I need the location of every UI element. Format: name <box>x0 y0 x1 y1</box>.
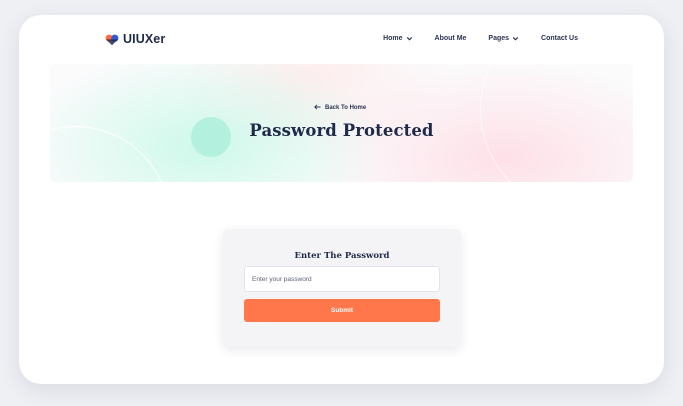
nav-item-label: Home <box>383 35 403 42</box>
page-frame: UIUXer Home About Me Pages Contact Us Ba… <box>19 15 664 384</box>
arrow-left-icon <box>314 104 321 112</box>
back-to-home-link[interactable]: Back To Home <box>314 104 366 112</box>
back-link-label: Back To Home <box>325 105 367 111</box>
nav-item-about-me[interactable]: About Me <box>435 35 467 42</box>
nav-item-contact-us[interactable]: Contact Us <box>541 35 578 42</box>
chevron-down-icon <box>406 35 413 42</box>
nav-item-pages[interactable]: Pages <box>488 35 519 42</box>
nav-item-label: Pages <box>488 35 510 42</box>
submit-button[interactable]: Submit <box>244 299 440 322</box>
main-nav: Home About Me Pages Contact Us <box>383 35 578 42</box>
hero-banner: Back To Home Password Protected <box>50 64 633 182</box>
logo[interactable]: UIUXer <box>105 32 165 46</box>
nav-item-label: About Me <box>434 35 467 42</box>
password-card: Enter The Password Submit <box>223 229 461 347</box>
nav-item-home[interactable]: Home <box>383 35 412 42</box>
password-form-title: Enter The Password <box>294 251 390 261</box>
nav-item-label: Contact Us <box>541 35 578 42</box>
chevron-down-icon <box>512 35 519 42</box>
logo-text: UIUXer <box>123 32 166 46</box>
page-title: Password Protected <box>249 121 434 140</box>
logo-icon <box>105 33 119 46</box>
password-input[interactable] <box>244 266 440 292</box>
